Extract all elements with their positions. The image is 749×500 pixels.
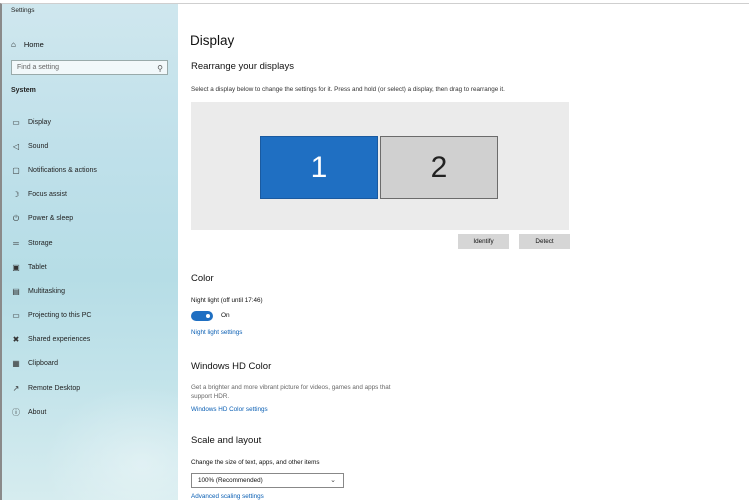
- window-title: Settings: [11, 7, 35, 14]
- tablet-icon: ▣: [12, 262, 20, 272]
- rearrange-description: Select a display below to change the set…: [191, 86, 505, 93]
- chevron-down-icon: ⌄: [330, 477, 336, 484]
- sidebar-item-sound[interactable]: ◁ Sound: [11, 134, 171, 158]
- night-light-label: Night light (off until 17:46): [191, 297, 263, 304]
- sidebar-item-label: Notifications & actions: [28, 166, 97, 174]
- scale-description: Change the size of text, apps, and other…: [191, 459, 320, 466]
- identify-button[interactable]: Identify: [458, 234, 509, 249]
- storage-icon: ═: [13, 238, 19, 248]
- sidebar-item-label: Projecting to this PC: [28, 312, 92, 320]
- home-icon: ⌂: [11, 40, 16, 49]
- moon-icon: ☽: [12, 190, 20, 200]
- notification-icon: ▢: [12, 165, 20, 175]
- sidebar-item-power[interactable]: ⏻ Power & sleep: [11, 207, 171, 231]
- remote-icon: ↗: [12, 383, 20, 393]
- sidebar-item-tablet[interactable]: ▣ Tablet: [11, 255, 171, 279]
- page-title: Display: [190, 33, 235, 48]
- hd-color-description-2: support HDR.: [191, 393, 230, 400]
- sidebar-item-multitasking[interactable]: ▤ Multitasking: [11, 279, 171, 303]
- clipboard-icon: ▦: [12, 359, 20, 369]
- rearrange-heading: Rearrange your displays: [191, 61, 294, 72]
- sidebar-item-notifications[interactable]: ▢ Notifications & actions: [11, 158, 171, 182]
- sidebar-item-about[interactable]: ⓘ About: [11, 400, 171, 424]
- power-icon: ⏻: [12, 213, 20, 223]
- sidebar-item-projecting[interactable]: ▭ Projecting to this PC: [11, 304, 171, 328]
- night-light-settings-link[interactable]: Night light settings: [191, 329, 242, 336]
- monitor-2[interactable]: 2: [380, 136, 498, 199]
- sidebar-item-label: Clipboard: [28, 360, 58, 368]
- search-icon: ⚲: [157, 64, 163, 73]
- search-placeholder: Find a setting: [17, 64, 60, 71]
- section-label: System: [11, 87, 36, 94]
- night-light-toggle[interactable]: [191, 311, 213, 321]
- sidebar-item-label: Focus assist: [28, 191, 67, 199]
- multitasking-icon: ▤: [12, 286, 20, 296]
- color-heading: Color: [191, 273, 214, 284]
- sidebar-item-label: Shared experiences: [28, 336, 91, 344]
- sidebar-item-label: Display: [28, 118, 51, 126]
- sidebar-item-remote-desktop[interactable]: ↗ Remote Desktop: [11, 376, 171, 400]
- shared-icon: ✖: [12, 335, 20, 345]
- scale-selected: 100% (Recommended): [198, 477, 263, 484]
- settings-window: Settings ⌂ Home Find a setting ⚲ System …: [0, 3, 749, 500]
- sidebar-item-label: Remote Desktop: [28, 384, 81, 392]
- sidebar-home[interactable]: ⌂ Home: [11, 40, 44, 49]
- sidebar-item-shared-experiences[interactable]: ✖ Shared experiences: [11, 328, 171, 352]
- monitor-1[interactable]: 1: [260, 136, 378, 199]
- search-input[interactable]: Find a setting ⚲: [11, 60, 168, 75]
- monitor-icon: ▭: [12, 117, 20, 127]
- sidebar-item-label: Multitasking: [28, 287, 65, 295]
- scale-dropdown[interactable]: 100% (Recommended) ⌄: [191, 473, 344, 488]
- hd-color-settings-link[interactable]: Windows HD Color settings: [191, 406, 268, 413]
- sidebar-item-label: Sound: [28, 142, 49, 150]
- detect-button[interactable]: Detect: [519, 234, 570, 249]
- sidebar-item-focus-assist[interactable]: ☽ Focus assist: [11, 183, 171, 207]
- projector-icon: ▭: [12, 311, 20, 321]
- sidebar: Settings ⌂ Home Find a setting ⚲ System …: [2, 4, 178, 500]
- sidebar-item-label: Power & sleep: [28, 215, 74, 223]
- advanced-scaling-link[interactable]: Advanced scaling settings: [191, 493, 264, 500]
- hd-color-heading: Windows HD Color: [191, 361, 272, 372]
- speaker-icon: ◁: [12, 141, 20, 151]
- hd-color-description-1: Get a brighter and more vibrant picture …: [191, 384, 391, 391]
- display-arrangement-area: 1 2: [191, 102, 569, 230]
- home-label: Home: [23, 40, 44, 49]
- scale-heading: Scale and layout: [191, 435, 262, 446]
- sidebar-item-label: Tablet: [28, 263, 47, 271]
- sidebar-item-clipboard[interactable]: ▦ Clipboard: [11, 352, 171, 376]
- info-icon: ⓘ: [12, 407, 20, 417]
- sidebar-item-label: About: [28, 408, 47, 416]
- main-content: Display Rearrange your displays Select a…: [178, 4, 749, 500]
- sidebar-item-label: Storage: [28, 239, 53, 247]
- sidebar-item-display[interactable]: ▭ Display: [11, 110, 171, 134]
- sidebar-nav: ▭ Display ◁ Sound ▢ Notifications & actions…: [11, 110, 171, 424]
- sidebar-item-storage[interactable]: ═ Storage: [11, 231, 171, 255]
- toggle-state: On: [221, 312, 230, 319]
